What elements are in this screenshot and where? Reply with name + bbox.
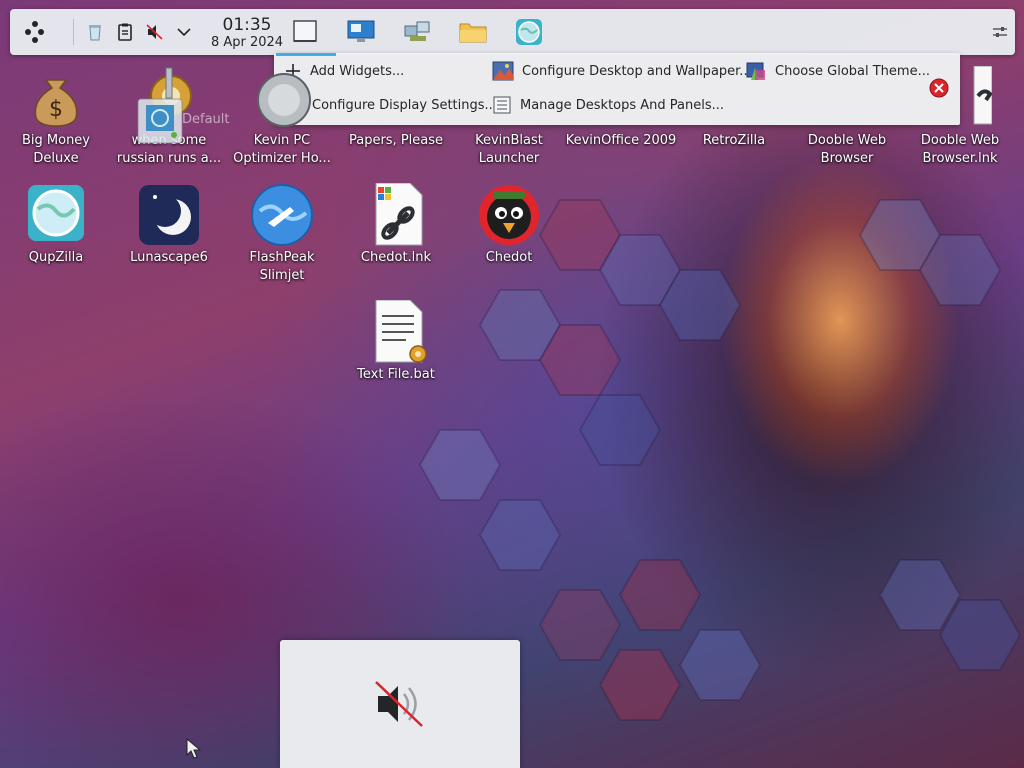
desktop-icon-dooble-web-browser[interactable]: Dooble Web Browser [791,66,903,168]
slimjet-globe-icon [251,184,313,246]
desktop-icon-big-money-deluxe[interactable]: $ Big Money Deluxe [0,66,112,168]
chedot-bird-icon [479,185,539,245]
top-panel: 01:35 8 Apr 2024 [10,9,1015,55]
clock-time: 01:35 [222,15,272,35]
digital-clock[interactable]: 01:35 8 Apr 2024 [207,15,287,51]
desktop-icon-label: Dooble Web Browser.lnk [920,133,1000,166]
shortcut-link-icon [375,183,423,246]
task-file-manager[interactable] [453,15,493,49]
task-network-app[interactable] [397,15,437,49]
desktop-icon-label: Kevin PC Optimizer Ho... [233,133,331,166]
monitor-icon [347,20,375,42]
drag-ghost-label: Default [182,112,230,127]
desktop-icon-papers-please[interactable]: Papers, Please [340,66,452,150]
shortcut-file-icon [973,66,992,125]
application-launcher-icon[interactable] [22,19,48,45]
desktop-icon-chedot-lnk[interactable]: Chedot.lnk [340,183,452,267]
volume-muted-tray-icon[interactable] [145,22,165,42]
desktop-icon-lunascape6[interactable]: Lunascape6 [113,183,225,267]
task-show-desktop[interactable] [286,15,326,49]
panel-configure-icon[interactable] [991,23,1009,41]
desktop-icon-flashpeak-slimjet[interactable]: FlashPeak Slimjet [226,183,338,285]
desktop-icon-label: KevinOffice 2009 [565,133,677,148]
desktop-icon-label: Chedot.lnk [360,250,432,265]
folder-icon [459,23,487,43]
desktop-icon-label: Papers, Please [348,133,444,148]
volume-osd [280,640,520,768]
trash-tray-icon[interactable] [85,22,105,42]
desktop-icon-label: QupZilla [28,250,84,265]
desktop-icon-label: KevinBlast Launcher [475,133,543,166]
desktop-icon-label: Chedot [485,250,533,265]
svg-text:$: $ [49,97,63,122]
desktop-icon-label: FlashPeak Slimjet [249,250,315,283]
task-display-settings[interactable] [341,15,381,49]
volume-muted-icon [375,681,423,727]
crescent-moon-icon [139,185,199,245]
clipboard-icon[interactable] [115,22,135,42]
desktop-icon-text-file-bat[interactable]: Text File.bat [340,300,452,384]
clock-date: 8 Apr 2024 [210,35,284,50]
qupzilla-globe-icon [28,185,84,241]
batch-file-icon [375,300,427,363]
globe-browser-icon [516,19,542,45]
network-computers-icon [404,21,430,41]
optimizer-disc-icon [257,73,311,127]
dragged-icon [137,98,183,144]
desktop-icon-dooble-web-browser-lnk[interactable]: Dooble Web Browser.lnk [904,66,1016,168]
papers-please-icon [364,66,428,130]
desktop-icon-label: Dooble Web Browser [807,133,887,166]
desktop-icon-kevinblast-launcher[interactable]: KevinBlast Launcher [453,66,565,168]
desktop-icon-retrozilla[interactable]: RetroZilla [678,66,790,150]
desktop-icon-label: Text File.bat [357,367,435,382]
money-bag-icon: $ [34,79,78,127]
desktop-icon-label: RetroZilla [702,133,766,148]
desktop-icon-chedot[interactable]: Chedot [453,183,565,267]
retrozilla-icon [702,66,766,130]
desktop-icon-label: Big Money Deluxe [21,133,90,166]
desktop-icon-label: Lunascape6 [130,250,208,265]
chevron-down-icon[interactable] [174,22,194,42]
kevinblast-icon [477,66,541,130]
mouse-cursor-icon [186,738,202,759]
desktop-icon-kevinoffice-2009[interactable]: KevinOffice 2009 [565,66,677,150]
desktop-icon-kevin-pc-optimizer[interactable]: Kevin PC Optimizer Ho... [226,66,338,168]
show-desktop-icon [293,20,317,42]
panel-separator [73,19,74,45]
task-browser[interactable] [509,15,549,49]
toolbox-accent-bar [276,53,336,56]
kevinoffice-icon [589,66,653,130]
dooble-icon [815,66,879,130]
desktop-icon-qupzilla[interactable]: QupZilla [0,183,112,267]
